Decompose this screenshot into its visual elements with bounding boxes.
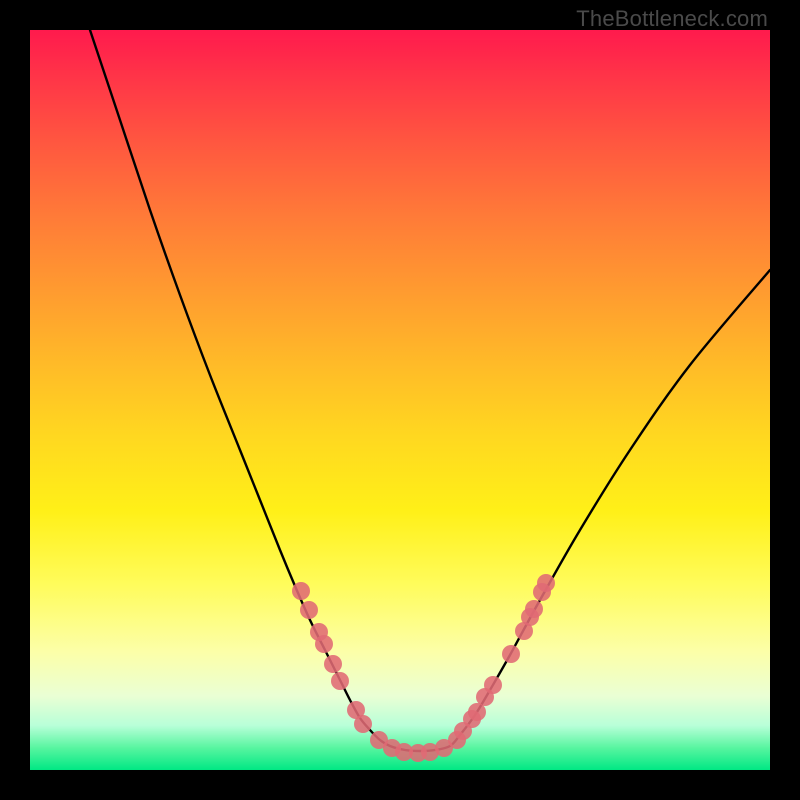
- curve-marker: [502, 645, 520, 663]
- chart-frame: TheBottleneck.com: [0, 0, 800, 800]
- plot-area: [30, 30, 770, 770]
- bottleneck-curve: [90, 30, 770, 751]
- curve-marker: [331, 672, 349, 690]
- curve-marker: [292, 582, 310, 600]
- curve-marker: [484, 676, 502, 694]
- curve-marker: [324, 655, 342, 673]
- curve-marker: [300, 601, 318, 619]
- watermark-text: TheBottleneck.com: [576, 6, 768, 32]
- curve-markers: [292, 574, 555, 762]
- curve-marker: [537, 574, 555, 592]
- curve-marker: [315, 635, 333, 653]
- chart-svg: [30, 30, 770, 770]
- curve-marker: [354, 715, 372, 733]
- curve-marker: [525, 600, 543, 618]
